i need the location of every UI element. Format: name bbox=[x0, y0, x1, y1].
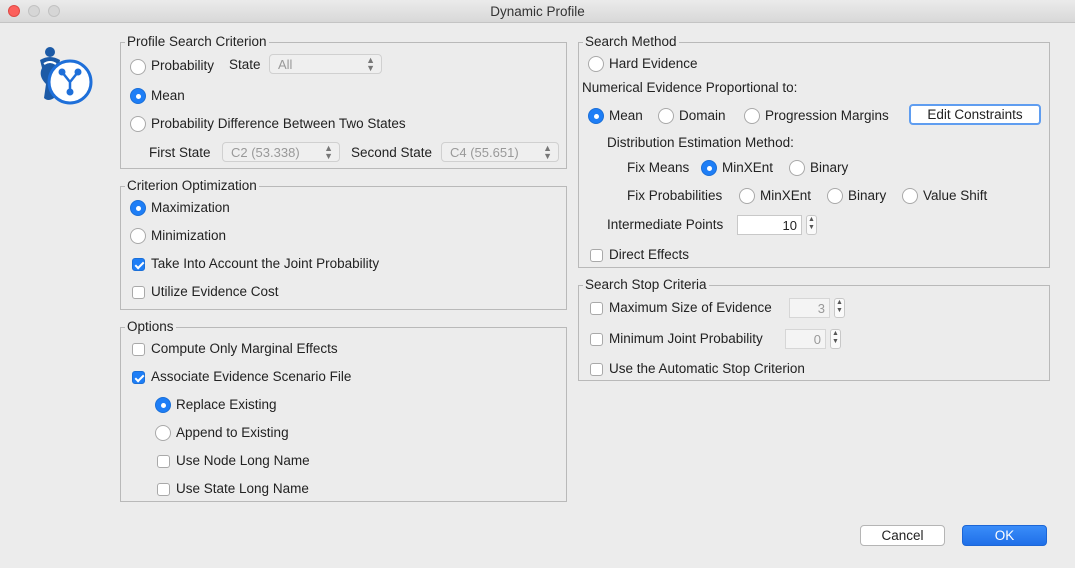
domain-radio[interactable] bbox=[658, 108, 674, 124]
automatic-stop-label: Use the Automatic Stop Criterion bbox=[609, 361, 805, 376]
value-shift-radio[interactable] bbox=[902, 188, 918, 204]
append-existing-radio[interactable] bbox=[155, 425, 171, 441]
min-joint-probability-value: 0 bbox=[813, 332, 821, 347]
intermediate-points-value: 10 bbox=[782, 218, 797, 233]
probability-difference-radio[interactable] bbox=[130, 116, 146, 132]
search-stop-criteria-title: Search Stop Criteria bbox=[583, 277, 709, 292]
max-size-evidence-stepper[interactable]: ▲ ▼ bbox=[834, 298, 845, 318]
domain-label: Domain bbox=[679, 108, 726, 123]
joint-probability-checkbox[interactable] bbox=[132, 258, 145, 271]
joint-probability-label: Take Into Account the Joint Probability bbox=[151, 256, 380, 271]
max-size-evidence-input[interactable]: 3 bbox=[789, 298, 830, 318]
fix-probs-minxent-radio[interactable] bbox=[739, 188, 755, 204]
append-existing-label: Append to Existing bbox=[176, 425, 289, 440]
associate-evidence-checkbox[interactable] bbox=[132, 371, 145, 384]
min-joint-probability-input[interactable]: 0 bbox=[785, 329, 826, 349]
mean-radio[interactable] bbox=[130, 88, 146, 104]
dynamic-profile-icon bbox=[30, 42, 96, 108]
state-select-value: All bbox=[278, 57, 293, 72]
fix-probabilities-label: Fix Probabilities bbox=[627, 188, 723, 203]
chevron-updown-icon: ▲ ▼ bbox=[324, 143, 333, 161]
second-state-label: Second State bbox=[351, 145, 433, 160]
intermediate-points-label: Intermediate Points bbox=[607, 217, 724, 232]
marginal-effects-checkbox[interactable] bbox=[132, 343, 145, 356]
second-state-select[interactable]: C4 (55.651) ▲ ▼ bbox=[441, 142, 559, 162]
marginal-effects-label: Compute Only Marginal Effects bbox=[151, 341, 338, 356]
fix-probs-minxent-label: MinXEnt bbox=[760, 188, 812, 203]
sm-mean-radio[interactable] bbox=[588, 108, 604, 124]
edit-constraints-button[interactable]: Edit Constraints bbox=[909, 104, 1041, 125]
min-joint-probability-stepper[interactable]: ▲ ▼ bbox=[830, 329, 841, 349]
state-long-name-checkbox[interactable] bbox=[157, 483, 170, 496]
replace-existing-radio[interactable] bbox=[155, 397, 171, 413]
minimization-label: Minimization bbox=[151, 228, 227, 243]
intermediate-points-input[interactable]: 10 bbox=[737, 215, 802, 235]
node-long-name-label: Use Node Long Name bbox=[176, 453, 310, 468]
progression-margins-radio[interactable] bbox=[744, 108, 760, 124]
maximization-radio[interactable] bbox=[130, 200, 146, 216]
numerical-evidence-label: Numerical Evidence Proportional to: bbox=[582, 80, 798, 95]
replace-existing-label: Replace Existing bbox=[176, 397, 277, 412]
maximization-label: Maximization bbox=[151, 200, 230, 215]
max-size-evidence-checkbox[interactable] bbox=[590, 302, 603, 315]
first-state-select[interactable]: C2 (53.338) ▲ ▼ bbox=[222, 142, 340, 162]
hard-evidence-radio[interactable] bbox=[588, 56, 604, 72]
max-size-evidence-value: 3 bbox=[817, 301, 825, 316]
fix-means-minxent-label: MinXEnt bbox=[722, 160, 774, 175]
evidence-cost-label: Utilize Evidence Cost bbox=[151, 284, 279, 299]
search-method-title: Search Method bbox=[583, 34, 679, 49]
minimization-radio[interactable] bbox=[130, 228, 146, 244]
chevron-updown-icon: ▲ ▼ bbox=[543, 143, 552, 161]
fix-probs-binary-radio[interactable] bbox=[827, 188, 843, 204]
criterion-optimization-title: Criterion Optimization bbox=[125, 178, 259, 193]
fix-means-binary-radio[interactable] bbox=[789, 160, 805, 176]
title-bar: Dynamic Profile bbox=[0, 0, 1075, 23]
state-long-name-label: Use State Long Name bbox=[176, 481, 309, 496]
max-size-evidence-label: Maximum Size of Evidence bbox=[609, 300, 772, 315]
fix-means-label: Fix Means bbox=[627, 160, 690, 175]
state-label: State bbox=[229, 57, 261, 72]
direct-effects-checkbox[interactable] bbox=[590, 249, 603, 262]
chevron-updown-icon: ▲ ▼ bbox=[366, 55, 375, 73]
min-joint-probability-label: Minimum Joint Probability bbox=[609, 331, 763, 346]
profile-search-criterion-title: Profile Search Criterion bbox=[125, 34, 269, 49]
distribution-method-label: Distribution Estimation Method: bbox=[607, 135, 794, 150]
min-joint-probability-checkbox[interactable] bbox=[590, 333, 603, 346]
evidence-cost-checkbox[interactable] bbox=[132, 286, 145, 299]
probability-label: Probability bbox=[151, 58, 215, 73]
fix-probs-binary-label: Binary bbox=[848, 188, 887, 203]
state-select[interactable]: All ▲ ▼ bbox=[269, 54, 382, 74]
window-title: Dynamic Profile bbox=[490, 4, 585, 19]
hard-evidence-label: Hard Evidence bbox=[609, 56, 698, 71]
mean-label: Mean bbox=[151, 88, 185, 103]
sm-mean-label: Mean bbox=[609, 108, 643, 123]
intermediate-points-stepper[interactable]: ▲ ▼ bbox=[806, 215, 817, 235]
first-state-label: First State bbox=[149, 145, 211, 160]
fix-means-minxent-radio[interactable] bbox=[701, 160, 717, 176]
associate-evidence-label: Associate Evidence Scenario File bbox=[151, 369, 352, 384]
second-state-value: C4 (55.651) bbox=[450, 145, 519, 160]
fix-means-binary-label: Binary bbox=[810, 160, 849, 175]
options-title: Options bbox=[125, 319, 176, 334]
first-state-value: C2 (53.338) bbox=[231, 145, 300, 160]
ok-button[interactable]: OK bbox=[962, 525, 1047, 546]
progression-margins-label: Progression Margins bbox=[765, 108, 889, 123]
node-long-name-checkbox[interactable] bbox=[157, 455, 170, 468]
probability-difference-label: Probability Difference Between Two State… bbox=[151, 116, 406, 131]
direct-effects-label: Direct Effects bbox=[609, 247, 690, 262]
value-shift-label: Value Shift bbox=[923, 188, 988, 203]
cancel-button[interactable]: Cancel bbox=[860, 525, 945, 546]
automatic-stop-checkbox[interactable] bbox=[590, 363, 603, 376]
probability-radio[interactable] bbox=[130, 59, 146, 75]
